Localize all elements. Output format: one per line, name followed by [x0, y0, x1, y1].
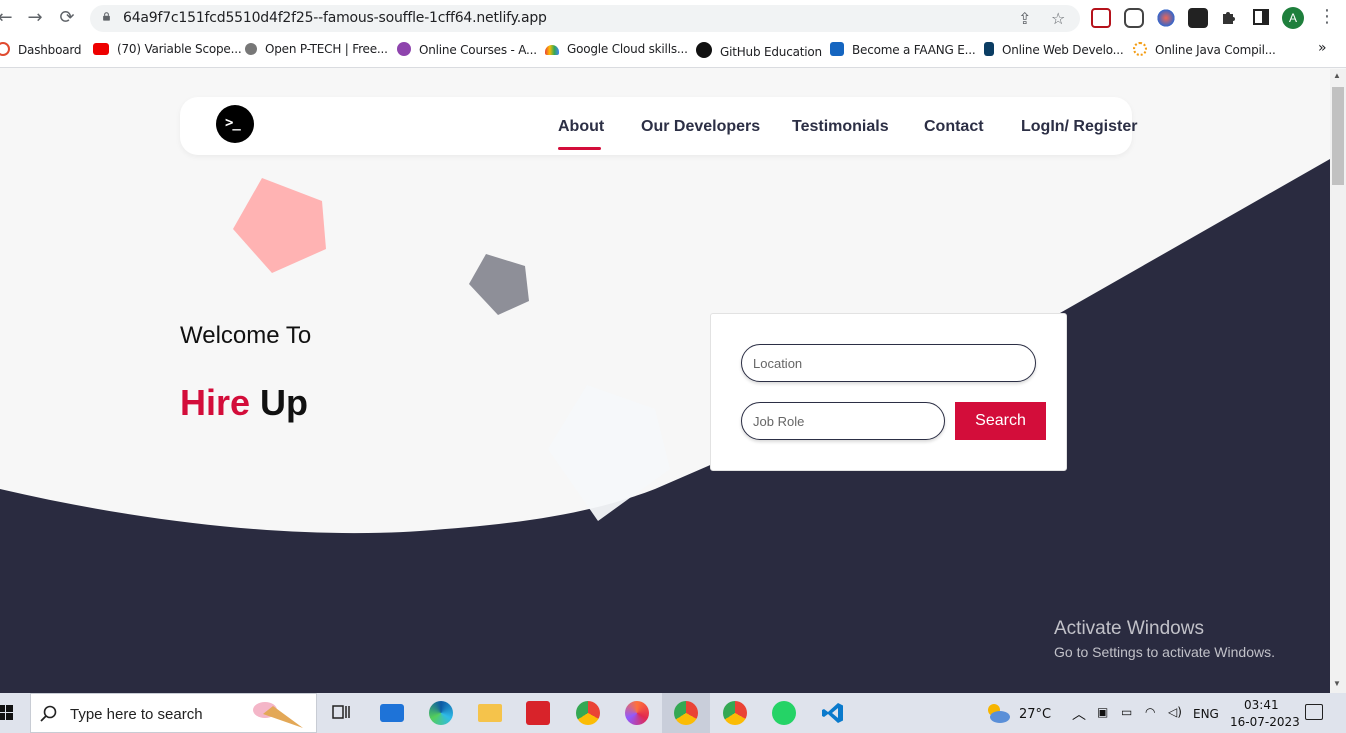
file-explorer-icon[interactable]: [478, 704, 502, 722]
weather-cloud-icon[interactable]: [985, 702, 1010, 726]
site-navbar: >_ About Our Developers Testimonials Con…: [180, 97, 1137, 155]
clock-time[interactable]: 03:41: [1244, 698, 1279, 712]
nav-about[interactable]: About: [558, 118, 604, 136]
github-icon: [696, 42, 712, 58]
extension-compass-icon[interactable]: [1156, 8, 1176, 28]
dashboard-icon: [0, 42, 10, 56]
nav-our-developers[interactable]: Our Developers: [641, 118, 760, 136]
clock-date[interactable]: 16-07-2023: [1230, 715, 1300, 729]
share-icon[interactable]: ⇪: [1018, 9, 1031, 28]
nav-testimonials[interactable]: Testimonials: [792, 118, 889, 136]
back-icon[interactable]: ←: [0, 7, 16, 29]
activate-windows-watermark: Activate Windows Go to Settings to activ…: [1054, 618, 1275, 660]
side-panel-icon[interactable]: [1252, 8, 1272, 28]
chrome-profile-b-icon[interactable]: [723, 701, 747, 725]
extensions-puzzle-icon[interactable]: [1220, 8, 1240, 28]
extension-glasses-icon[interactable]: [1188, 8, 1208, 28]
faang-icon: [830, 42, 844, 56]
brand-hire-text: Hire: [180, 382, 251, 423]
ptech-icon: [245, 43, 257, 55]
windows-start-icon[interactable]: [0, 705, 14, 721]
bookmark-java[interactable]: Online Java Compil...: [1133, 42, 1276, 57]
terminal-icon: >_: [225, 115, 241, 131]
more-bookmarks-chevron-icon[interactable]: »: [1318, 40, 1327, 56]
whatsapp-icon[interactable]: [772, 701, 796, 725]
taskbar-search-placeholder: Type here to search: [70, 706, 203, 723]
scroll-down-icon[interactable]: ▼: [1333, 679, 1341, 688]
brand-up-text: Up: [260, 382, 309, 423]
webdev-icon: [984, 42, 994, 56]
scroll-up-icon[interactable]: ▲: [1333, 71, 1341, 80]
dark-wave-shape: [0, 159, 1330, 693]
forward-icon[interactable]: →: [24, 7, 46, 29]
job-search-card: Search: [710, 313, 1067, 471]
taskbar-search-box[interactable]: Type here to search: [30, 693, 317, 733]
youtube-icon: [93, 43, 109, 55]
menu-kebab-icon[interactable]: ⋮: [1318, 6, 1336, 27]
volume-icon[interactable]: ◁): [1168, 705, 1182, 719]
scroll-thumb[interactable]: [1332, 87, 1344, 185]
search-button[interactable]: Search: [955, 402, 1046, 440]
bookmark-star-icon[interactable]: ☆: [1051, 9, 1065, 28]
ice-cream-icon: [253, 702, 303, 728]
bookmark-webdev[interactable]: Online Web Develo...: [984, 42, 1124, 57]
extension-recorder-icon[interactable]: [1091, 8, 1111, 28]
activate-windows-title: Activate Windows: [1054, 618, 1204, 639]
nav-active-indicator: [558, 147, 601, 150]
chrome-icon[interactable]: [576, 701, 600, 725]
page-scrollbar[interactable]: ▲ ▼: [1330, 69, 1346, 693]
hero-background: [0, 159, 1330, 693]
tray-chevron-up-icon[interactable]: ︿: [1072, 704, 1086, 724]
hero-brand-title: Hire Up: [180, 382, 308, 424]
bookmark-courses[interactable]: Online Courses - A...: [397, 42, 537, 57]
google-cloud-icon: [545, 45, 559, 55]
bookmarks-bar: Dashboard (70) Variable Scope... Open P-…: [0, 36, 1346, 68]
bookmark-youtube[interactable]: (70) Variable Scope...: [93, 42, 242, 56]
browser-toolbar: ← → ⟳ 64a9f7c151fcd5510d4f2f25--famous-s…: [0, 0, 1346, 36]
gray-pentagon-shape: [469, 254, 529, 315]
windows-taskbar: Type here to search 27°C ︿ ▣ ▭ ◠ ◁) ENG …: [0, 693, 1346, 733]
location-input[interactable]: [741, 344, 1036, 382]
search-icon: [40, 705, 57, 722]
job-role-input[interactable]: [741, 402, 945, 440]
courses-icon: [397, 42, 411, 56]
activate-windows-subtitle: Go to Settings to activate Windows.: [1054, 644, 1275, 660]
task-view-icon[interactable]: [330, 701, 354, 725]
notifications-icon[interactable]: [1305, 704, 1323, 720]
wifi-icon[interactable]: ◠: [1145, 705, 1155, 719]
mail-icon[interactable]: [380, 704, 404, 722]
extension-screen-icon[interactable]: [1124, 8, 1144, 28]
chrome-profile-a-icon[interactable]: [674, 701, 698, 725]
bookmark-faang[interactable]: Become a FAANG E...: [830, 42, 976, 57]
nav-login-register[interactable]: LogIn/ Register: [1021, 118, 1137, 136]
bookmark-google-cloud[interactable]: Google Cloud skills...: [545, 42, 688, 56]
address-bar[interactable]: 64a9f7c151fcd5510d4f2f25--famous-souffle…: [90, 5, 1080, 32]
firefox-icon[interactable]: [625, 701, 649, 725]
java-icon: [1133, 42, 1147, 56]
profile-avatar[interactable]: A: [1282, 7, 1304, 29]
vscode-icon[interactable]: [821, 701, 845, 725]
pink-pentagon-shape: [233, 178, 326, 273]
tray-security-icon[interactable]: ▣: [1097, 705, 1108, 719]
url-text[interactable]: 64a9f7c151fcd5510d4f2f25--famous-souffle…: [123, 10, 547, 26]
nav-contact[interactable]: Contact: [924, 118, 984, 136]
battery-icon[interactable]: ▭: [1121, 705, 1132, 719]
hero-welcome-text: Welcome To: [180, 322, 312, 349]
bookmark-ptech[interactable]: Open P-TECH | Free...: [245, 42, 388, 56]
bookmark-dashboard[interactable]: Dashboard: [0, 42, 82, 57]
bookmark-github[interactable]: GitHub Education: [696, 42, 822, 59]
language-indicator[interactable]: ENG: [1193, 707, 1219, 721]
weather-temperature[interactable]: 27°C: [1019, 707, 1051, 722]
edge-icon[interactable]: [429, 701, 453, 725]
lock-icon: [103, 12, 110, 21]
reload-icon[interactable]: ⟳: [56, 7, 78, 29]
vivaldi-icon[interactable]: [526, 701, 550, 725]
site-logo[interactable]: >_: [216, 105, 254, 143]
page-viewport: >_ About Our Developers Testimonials Con…: [0, 69, 1330, 693]
